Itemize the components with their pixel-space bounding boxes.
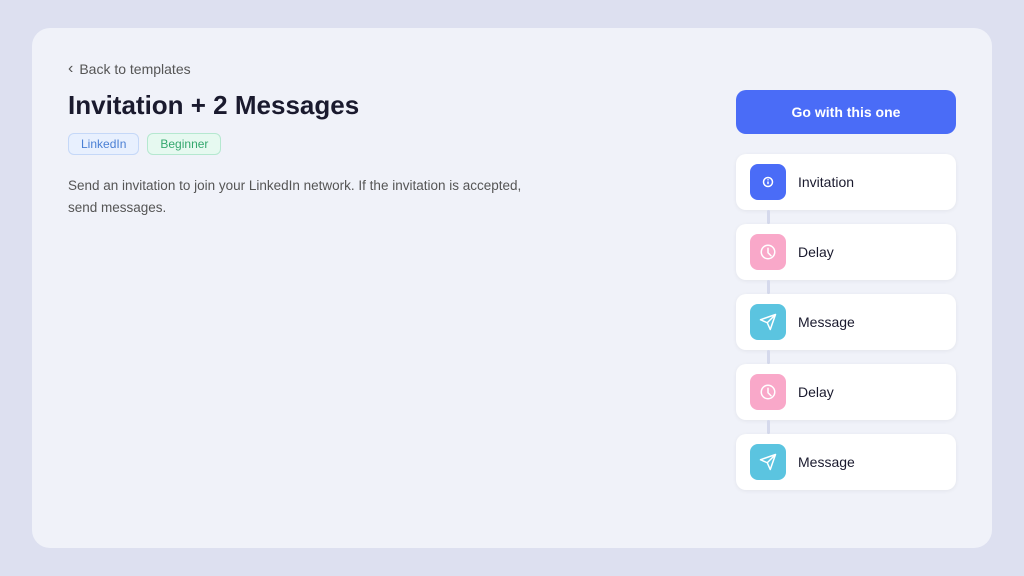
connector [767, 420, 770, 434]
back-link[interactable]: ‹ Back to templates [68, 60, 956, 78]
connector [767, 280, 770, 294]
delay-icon-1 [750, 234, 786, 270]
step-item-delay1: Delay [736, 224, 956, 294]
connector [767, 210, 770, 224]
step-label-delay1: Delay [798, 244, 834, 260]
step-label-message1: Message [798, 314, 855, 330]
tag-beginner: Beginner [147, 133, 221, 155]
steps-list: Invitation Delay [736, 154, 956, 490]
message-icon-2 [750, 444, 786, 480]
invitation-icon [750, 164, 786, 200]
back-link-label: Back to templates [79, 61, 190, 77]
step-item-message2: Message [736, 434, 956, 490]
step-label-invitation: Invitation [798, 174, 854, 190]
step-card: Message [736, 294, 956, 350]
left-panel: Invitation + 2 Messages LinkedIn Beginne… [68, 90, 696, 516]
template-modal: ‹ Back to templates Invitation + 2 Messa… [32, 28, 992, 548]
back-arrow-icon: ‹ [68, 60, 73, 78]
step-item-delay2: Delay [736, 364, 956, 434]
right-panel: Go with this one Invitation [736, 90, 956, 516]
step-card: Message [736, 434, 956, 490]
step-item-message1: Message [736, 294, 956, 364]
step-label-delay2: Delay [798, 384, 834, 400]
page-title: Invitation + 2 Messages [68, 90, 696, 121]
step-card: Delay [736, 224, 956, 280]
description-text: Send an invitation to join your LinkedIn… [68, 175, 548, 218]
tags-container: LinkedIn Beginner [68, 133, 696, 155]
step-item-invitation: Invitation [736, 154, 956, 224]
tag-linkedin: LinkedIn [68, 133, 139, 155]
go-with-this-button[interactable]: Go with this one [736, 90, 956, 134]
delay-icon-2 [750, 374, 786, 410]
message-icon-1 [750, 304, 786, 340]
main-content: Invitation + 2 Messages LinkedIn Beginne… [68, 90, 956, 516]
connector [767, 350, 770, 364]
step-card: Delay [736, 364, 956, 420]
step-label-message2: Message [798, 454, 855, 470]
step-card: Invitation [736, 154, 956, 210]
